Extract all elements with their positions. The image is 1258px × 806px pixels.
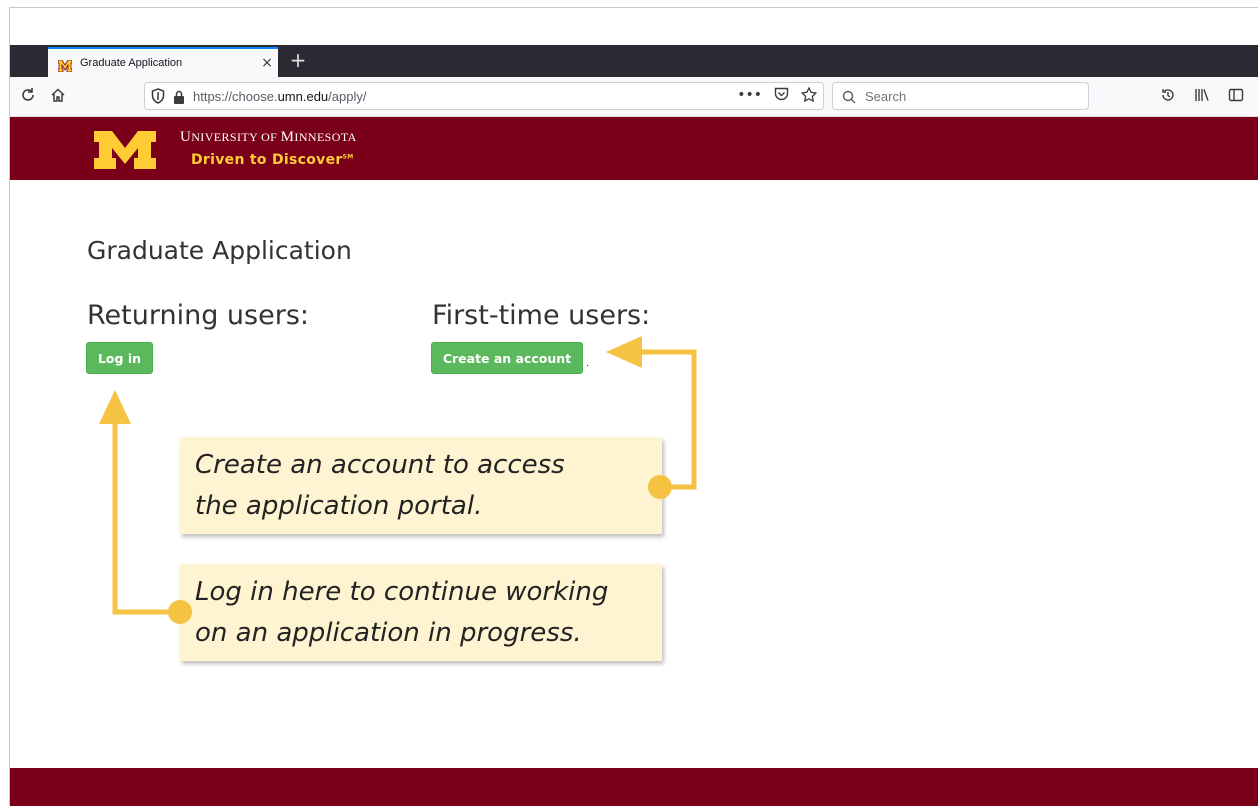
tab-title: Graduate Application (80, 57, 183, 69)
first-time-users-heading: First-time users: (432, 300, 651, 331)
callout-login-line2: on an application in progress. (195, 618, 582, 648)
tracking-protection-shield-icon[interactable] (151, 88, 165, 104)
url-domain: umn.edu (277, 89, 329, 104)
sidebar-icon[interactable] (1228, 87, 1244, 107)
returning-users-heading: Returning users: (87, 300, 309, 331)
uni-name-m: M (280, 129, 295, 145)
search-bar[interactable]: Search (832, 82, 1089, 110)
page-title: Graduate Application (87, 236, 352, 265)
url-bar[interactable]: https://choose.umn.edu/apply/ ••• (144, 82, 824, 110)
url-actions: ••• (737, 86, 818, 106)
tagline-text: Driven to Discover (191, 152, 343, 168)
university-name[interactable]: UNIVERSITY OF MINNESOTA (180, 129, 357, 146)
search-icon (842, 89, 856, 104)
screenshot-frame: Graduate Application × + https://choose.… (0, 0, 1258, 806)
callout-login-line1: Log in here to continue working (195, 577, 609, 607)
browser-tab-bar: Graduate Application × + (10, 45, 1258, 77)
trailing-dot: . (586, 358, 590, 369)
url-path: /apply/ (328, 89, 367, 104)
site-header: UNIVERSITY OF MINNESOTA Driven to Discov… (10, 117, 1258, 180)
page-actions-menu-icon[interactable]: ••• (737, 87, 762, 106)
callout-log-in: Log in here to continue working on an ap… (180, 564, 662, 661)
browser-tab-active[interactable]: Graduate Application × (48, 47, 278, 77)
callout-create-line1: Create an account to access (195, 450, 565, 480)
browser-nav-bar: https://choose.umn.edu/apply/ ••• Search (10, 77, 1258, 117)
lock-icon[interactable] (173, 89, 185, 104)
log-in-button[interactable]: Log in (86, 342, 153, 374)
umn-block-m-logo-icon[interactable] (94, 131, 156, 169)
uni-name-u: U (180, 129, 192, 145)
uni-name-of: OF (257, 130, 281, 144)
service-mark: SM (342, 153, 354, 161)
callout-create-account: Create an account to access the applicat… (180, 437, 662, 534)
site-footer (10, 768, 1258, 806)
pocket-icon[interactable] (774, 87, 789, 106)
url-prefix: https://choose. (193, 89, 278, 104)
tab-close-icon[interactable]: × (256, 55, 278, 71)
url-text[interactable]: https://choose.umn.edu/apply/ (193, 89, 366, 104)
home-icon[interactable] (48, 87, 68, 107)
library-icon[interactable] (1194, 87, 1210, 107)
uni-name-innesota: INNESOTA (294, 130, 357, 144)
toolbar-right (1160, 87, 1244, 107)
create-account-button[interactable]: Create an account (431, 342, 583, 374)
new-tab-button[interactable]: + (286, 49, 310, 73)
history-icon[interactable] (1160, 87, 1176, 107)
umn-favicon-icon (57, 57, 73, 73)
search-placeholder: Search (865, 89, 907, 104)
reload-icon[interactable] (18, 87, 38, 107)
callout-create-line2: the application portal. (195, 491, 483, 521)
tagline: Driven to DiscoverSM (191, 152, 353, 168)
uni-name-niversity: NIVERSITY (191, 130, 258, 144)
bookmark-star-icon[interactable] (800, 86, 818, 106)
